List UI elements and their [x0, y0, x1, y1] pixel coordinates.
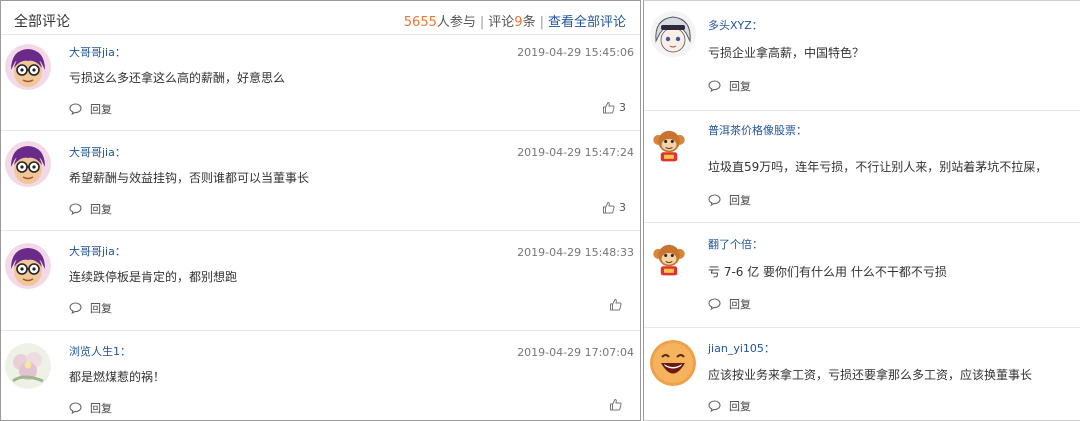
- thumbs-up-icon: [603, 101, 615, 114]
- comments-header: 全部评论 5655人参与 | 评论9条 | 查看全部评论: [1, 1, 640, 35]
- comment-timestamp: 2019-04-29 15:45:06: [517, 46, 634, 59]
- stats-separator: |: [539, 15, 544, 30]
- reply-button[interactable]: 回复: [69, 300, 112, 316]
- comment-item: 翻了个倍： 亏 7-6 亿 要你们有什么用 什么不干都不亏损 回复: [644, 223, 1080, 328]
- monkey-avatar-icon[interactable]: [650, 125, 688, 163]
- comments-panel-left: 全部评论 5655人参与 | 评论9条 | 查看全部评论 大哥哥jia： 2019-04…: [0, 0, 641, 421]
- reply-label: 回复: [90, 203, 112, 216]
- like-button[interactable]: 3: [602, 101, 626, 114]
- comment-username[interactable]: 多头XYZ：: [708, 17, 763, 33]
- reply-button[interactable]: 回复: [69, 101, 112, 117]
- comment-text: 都是燃煤惹的祸！: [69, 370, 166, 384]
- reply-button[interactable]: 回复: [708, 296, 751, 312]
- reply-label: 回复: [90, 302, 112, 315]
- comment-username[interactable]: 大哥哥jia：: [69, 44, 126, 60]
- comment-text: 亏损这么多还拿这么高的薪酬，好意思么: [69, 71, 286, 85]
- view-all-comments-link[interactable]: 查看全部评论: [548, 15, 626, 30]
- comment-stats: 5655人参与 | 评论9条 | 查看全部评论: [404, 11, 626, 30]
- comment-text: 应该按业务来拿工资，亏损还要拿那么多工资，应该换董事长: [708, 368, 1033, 382]
- comment-timestamp: 2019-04-29 15:47:24: [517, 146, 634, 159]
- reply-button[interactable]: 回复: [708, 78, 751, 94]
- comment-text: 亏 7-6 亿 要你们有什么用 什么不干都不亏损: [708, 265, 947, 279]
- glasses-avatar-icon[interactable]: [5, 243, 51, 289]
- comment-text: 亏损企业拿高薪，中国特色？: [708, 46, 865, 60]
- comment-item: 浏览人生1： 2019-04-29 17:07:04 都是燃煤惹的祸！ 回复: [1, 331, 640, 420]
- speech-bubble-icon: [69, 103, 82, 115]
- comment-item: 大哥哥jia： 2019-04-29 15:48:33 连续跌停板是肯定的，都别…: [1, 231, 640, 331]
- reply-button[interactable]: 回复: [708, 398, 751, 414]
- comments-suffix: 条: [522, 15, 536, 30]
- reply-button[interactable]: 回复: [708, 192, 751, 208]
- speech-bubble-icon: [69, 402, 82, 414]
- comments-prefix: 评论: [488, 15, 515, 30]
- like-button[interactable]: [609, 298, 626, 311]
- monkey-avatar-icon[interactable]: [650, 239, 688, 277]
- thumbs-up-icon: [603, 201, 615, 214]
- comment-username[interactable]: 翻了个倍：: [708, 236, 763, 252]
- comment-item: jian_yi105： 应该按业务来拿工资，亏损还要拿那么多工资，应该换董事长 …: [644, 328, 1080, 420]
- comment-username[interactable]: jian_yi105：: [708, 340, 775, 356]
- like-button[interactable]: [609, 398, 626, 411]
- comment-username[interactable]: 浏览人生1：: [69, 343, 131, 359]
- glasses-avatar-icon[interactable]: [5, 141, 51, 187]
- like-count: 3: [619, 201, 626, 214]
- reply-label: 回复: [90, 103, 112, 116]
- reply-label: 回复: [729, 400, 751, 413]
- flower-avatar-icon[interactable]: [5, 343, 51, 389]
- comment-timestamp: 2019-04-29 17:07:04: [517, 346, 634, 359]
- section-title: 全部评论: [14, 14, 70, 30]
- like-count: 3: [619, 101, 626, 114]
- comment-text: 希望薪酬与效益挂钩，否则谁都可以当董事长: [69, 171, 310, 185]
- anime-avatar-icon[interactable]: [650, 11, 696, 57]
- comment-timestamp: 2019-04-29 15:48:33: [517, 246, 634, 259]
- comment-username[interactable]: 大哥哥jia：: [69, 144, 126, 160]
- reply-label: 回复: [729, 80, 751, 93]
- glasses-avatar-icon[interactable]: [5, 44, 51, 90]
- comment-item: 大哥哥jia： 2019-04-29 15:47:24 希望薪酬与效益挂钩，否则…: [1, 131, 640, 231]
- comment-item: 大哥哥jia： 2019-04-29 15:45:06 亏损这么多还拿这么高的薪…: [1, 36, 640, 131]
- speech-bubble-icon: [69, 302, 82, 314]
- reply-label: 回复: [90, 402, 112, 415]
- speech-bubble-icon: [69, 203, 82, 215]
- reply-label: 回复: [729, 298, 751, 311]
- comment-text: 垃圾直59万吗，连年亏损，不行让别人来，别站着茅坑不拉屎，: [708, 160, 1048, 174]
- comment-username[interactable]: 大哥哥jia：: [69, 243, 126, 259]
- speech-bubble-icon: [708, 298, 721, 310]
- reply-label: 回复: [729, 194, 751, 207]
- laughing-face-avatar-icon[interactable]: [650, 340, 696, 386]
- stats-separator: |: [479, 15, 485, 30]
- speech-bubble-icon: [708, 194, 721, 206]
- comments-panel-right: 多头XYZ： 亏损企业拿高薪，中国特色？ 回复 普洱茶价格像股票： 垃圾直59万…: [643, 0, 1080, 421]
- reply-button[interactable]: 回复: [69, 201, 112, 217]
- comment-item: 多头XYZ： 亏损企业拿高薪，中国特色？ 回复: [644, 1, 1080, 111]
- comment-count: 9: [514, 15, 523, 30]
- like-button[interactable]: 3: [602, 201, 626, 214]
- comment-text: 连续跌停板是肯定的，都别想跑: [69, 270, 238, 284]
- participant-suffix: 人参与: [436, 15, 476, 30]
- reply-button[interactable]: 回复: [69, 400, 112, 416]
- speech-bubble-icon: [708, 400, 721, 412]
- comment-username[interactable]: 普洱茶价格像股票：: [708, 122, 807, 138]
- comment-item: 普洱茶价格像股票： 垃圾直59万吗，连年亏损，不行让别人来，别站着茅坑不拉屎， …: [644, 111, 1080, 223]
- participant-count: 5655: [403, 15, 437, 30]
- thumbs-up-icon: [610, 398, 622, 411]
- speech-bubble-icon: [708, 80, 721, 92]
- thumbs-up-icon: [610, 298, 622, 311]
